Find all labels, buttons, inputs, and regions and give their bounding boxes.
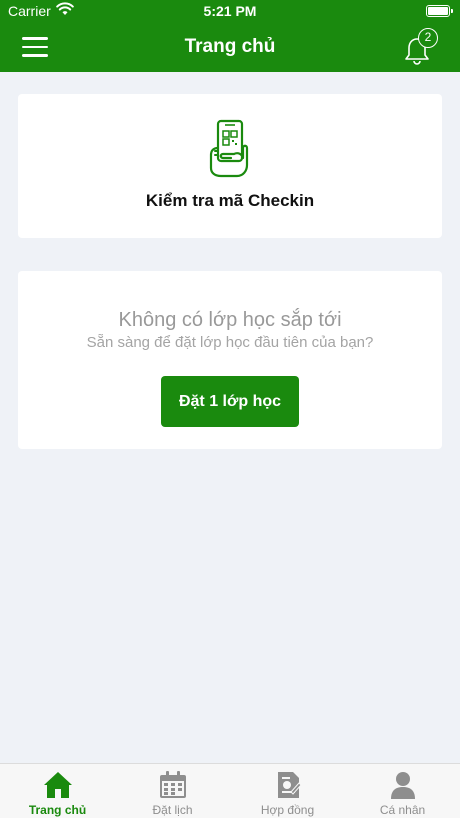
notification-badge: 2 [418, 28, 438, 48]
nav-bar: Trang chủ 2 [0, 22, 460, 72]
tab-label: Trang chủ [28, 803, 87, 817]
tab-label: Cá nhân [379, 803, 426, 817]
empty-state-subtitle: Sẵn sàng để đặt lớp học đầu tiên của bạn… [86, 334, 374, 351]
calendar-icon [159, 771, 186, 798]
person-icon [390, 772, 415, 799]
tab-label: Hợp đồng [260, 803, 315, 817]
home-icon [43, 772, 72, 798]
tab-contract[interactable]: Hợp đồng [230, 764, 345, 818]
phone-qr-icon [209, 119, 249, 178]
tab-bar: Trang chủ Đặt lịch Hợp đồng Cá nhân [0, 763, 460, 818]
tab-profile[interactable]: Cá nhân [345, 764, 460, 818]
empty-state-title: Không có lớp học sắp tới [118, 309, 342, 331]
clock: 5:21 PM [203, 3, 257, 19]
checkin-card[interactable]: Kiểm tra mã Checkin [18, 94, 442, 238]
checkin-label: Kiểm tra mã Checkin [145, 191, 315, 210]
contract-icon [277, 772, 302, 798]
battery-icon [426, 5, 453, 17]
tab-label: Đặt lịch [152, 803, 193, 817]
book-class-button[interactable]: Đặt 1 lớp học [161, 376, 299, 427]
upcoming-classes-card: Không có lớp học sắp tới Sẵn sàng để đặt… [18, 271, 442, 449]
status-bar: Carrier 5:21 PM [0, 0, 460, 22]
tab-schedule[interactable]: Đặt lịch [115, 764, 230, 818]
tab-home[interactable]: Trang chủ [0, 764, 115, 818]
notification-button[interactable]: 2 [404, 28, 438, 66]
page-title: Trang chủ [184, 36, 276, 57]
